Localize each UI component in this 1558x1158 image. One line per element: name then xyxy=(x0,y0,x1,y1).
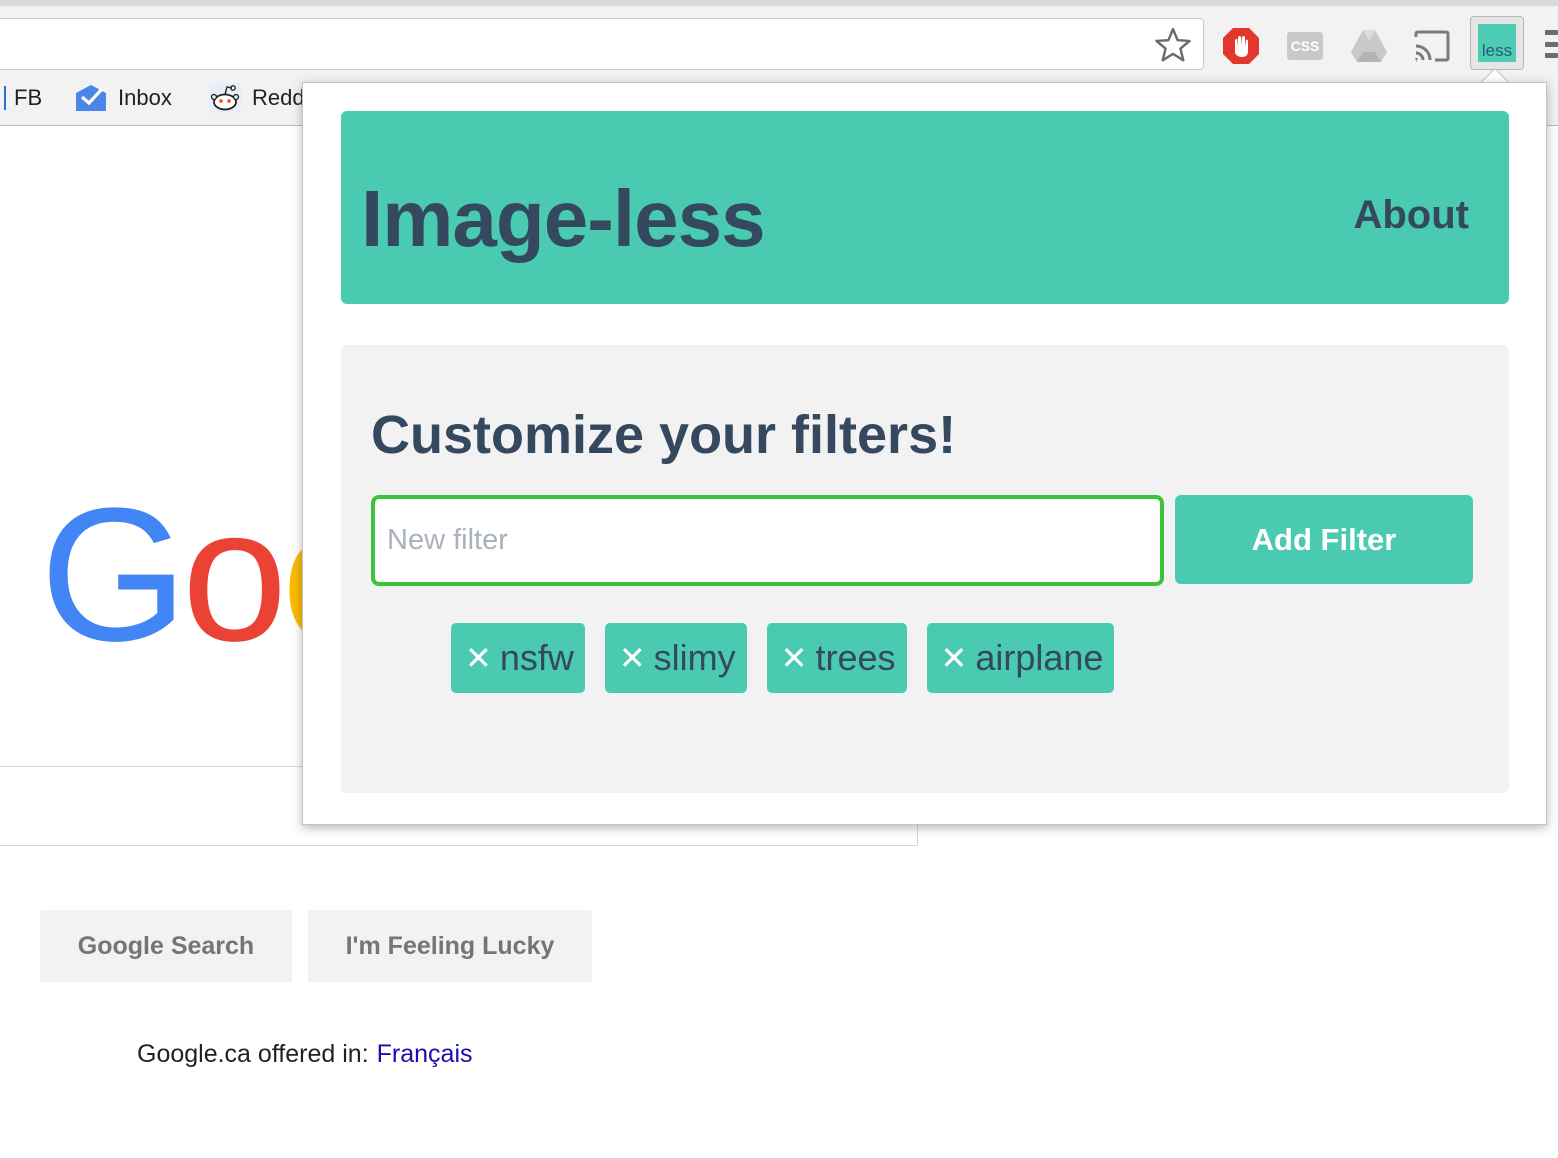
inbox-icon xyxy=(74,82,108,114)
cast-icon[interactable] xyxy=(1412,26,1452,66)
filter-tag-label: nsfw xyxy=(499,637,574,678)
filter-tag: ✕ trees xyxy=(766,623,907,693)
filter-tag-label: slimy xyxy=(653,637,736,678)
new-filter-input[interactable] xyxy=(371,495,1164,586)
remove-filter-icon[interactable]: ✕ xyxy=(619,642,646,674)
about-link[interactable]: About xyxy=(1353,193,1469,238)
panel-title: Customize your filters! xyxy=(371,405,957,465)
feeling-lucky-button[interactable]: I'm Feeling Lucky xyxy=(308,910,592,982)
bookmark-star-icon[interactable] xyxy=(1153,25,1193,65)
popup-header: Image-less About xyxy=(341,111,1509,304)
filter-tag-label: trees xyxy=(815,637,896,678)
filter-tag: ✕ nsfw xyxy=(451,623,585,693)
language-offer: Google.ca offered in: Français xyxy=(137,1040,473,1069)
reddit-icon xyxy=(208,82,242,114)
remove-filter-icon[interactable]: ✕ xyxy=(465,642,492,674)
image-less-icon: less xyxy=(1478,24,1516,62)
google-logo-letter: o xyxy=(181,469,288,681)
filters-panel: Customize your filters! Add Filter ✕ nsf… xyxy=(341,345,1509,793)
address-bar[interactable] xyxy=(0,18,1204,70)
filter-tag-label: airplane xyxy=(975,637,1104,678)
remove-filter-icon[interactable]: ✕ xyxy=(941,642,968,674)
menu-icon[interactable] xyxy=(1545,30,1558,58)
bookmark-label: FB xyxy=(14,85,43,110)
bookmark-reddit[interactable]: Redd xyxy=(208,82,305,114)
bookmark-inbox[interactable]: Inbox xyxy=(74,82,172,114)
bookmark-fb[interactable]: FB xyxy=(14,82,42,114)
browser-toolbar: CSS xyxy=(0,0,1558,70)
css-extension-icon[interactable]: CSS xyxy=(1285,26,1325,66)
bookmark-separator xyxy=(4,86,6,110)
google-search-button[interactable]: Google Search xyxy=(40,910,292,982)
bookmark-label: Redd xyxy=(252,85,305,110)
google-logo-letter: G xyxy=(40,469,188,681)
image-less-extension-button[interactable]: less xyxy=(1470,16,1524,70)
image-less-popup: Image-less About Customize your filters!… xyxy=(302,82,1547,825)
filter-tag: ✕ slimy xyxy=(604,623,747,693)
filter-tag-list: ✕ nsfw ✕ slimy ✕ trees ✕ airplane xyxy=(451,623,1115,693)
adblock-icon[interactable] xyxy=(1221,26,1261,66)
google-drive-icon[interactable] xyxy=(1349,26,1389,66)
language-link[interactable]: Français xyxy=(377,1040,473,1068)
add-filter-button[interactable]: Add Filter xyxy=(1175,495,1473,584)
filter-tag: ✕ airplane xyxy=(926,623,1115,693)
bookmark-label: Inbox xyxy=(118,85,172,110)
remove-filter-icon[interactable]: ✕ xyxy=(781,642,808,674)
app-title: Image-less xyxy=(361,174,766,263)
language-offer-text: Google.ca offered in: xyxy=(137,1040,369,1068)
